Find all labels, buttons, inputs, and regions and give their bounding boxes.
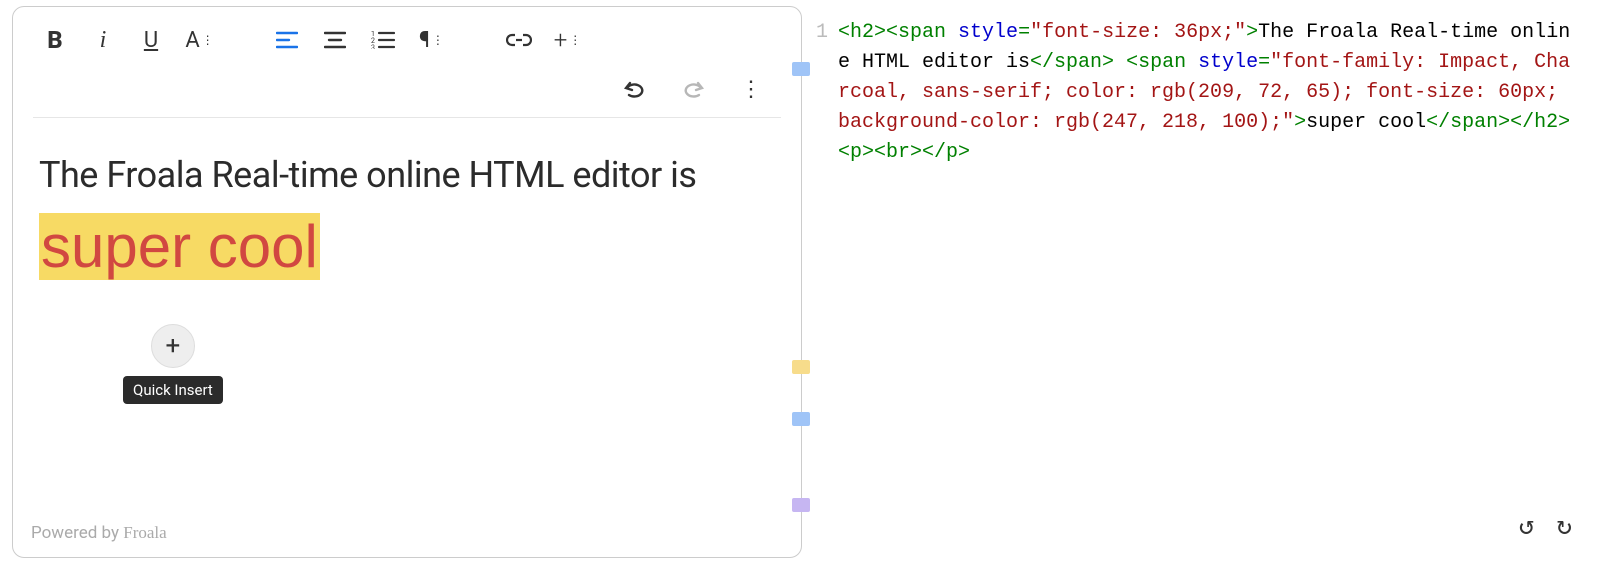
- code-redo-button[interactable]: ↻: [1556, 508, 1572, 547]
- redo-icon: ↻: [1556, 512, 1572, 542]
- dots-icon: ⋮: [569, 33, 580, 47]
- code-token[interactable]: >: [1246, 21, 1258, 44]
- code-token[interactable]: [1114, 51, 1126, 74]
- ordered-list-button[interactable]: 1 2 3: [359, 18, 407, 62]
- more-misc-button[interactable]: ⋮: [727, 67, 775, 111]
- insert-link-button[interactable]: [495, 18, 543, 62]
- editor-text-main[interactable]: The Froala Real-time online HTML editor …: [39, 154, 696, 196]
- pane-divider-marker: [792, 498, 810, 512]
- code-actions: ↺ ↻: [1519, 508, 1572, 547]
- code-token[interactable]: =: [1258, 51, 1270, 74]
- redo-icon: [681, 79, 705, 99]
- editor-footer: Powered by Froala: [13, 513, 801, 557]
- code-undo-button[interactable]: ↺: [1519, 508, 1535, 547]
- editor-content[interactable]: The Froala Real-time online HTML editor …: [13, 118, 801, 513]
- more-insert-button[interactable]: +⋮: [543, 18, 591, 62]
- undo-icon: [623, 79, 647, 99]
- dots-icon: ⋮: [202, 33, 213, 47]
- code-body[interactable]: <h2><span style="font-size: 36px;">The F…: [838, 18, 1578, 168]
- code-token[interactable]: [946, 21, 958, 44]
- pane-divider-marker: [792, 412, 810, 426]
- code-token[interactable]: [1186, 51, 1198, 74]
- dots-icon: ⋮: [432, 33, 443, 47]
- code-token[interactable]: <span: [1126, 51, 1186, 74]
- code-panel: 1 <h2><span style="font-size: 36px;">The…: [802, 0, 1600, 571]
- list-icon: 1 2 3: [371, 31, 395, 49]
- underline-button[interactable]: U: [127, 18, 175, 62]
- svg-text:3: 3: [371, 44, 375, 49]
- editor-heading[interactable]: The Froala Real-time online HTML editor …: [39, 148, 775, 292]
- align-center-icon: [324, 31, 346, 49]
- pane-divider-marker: [792, 360, 810, 374]
- footer-prefix: Powered by: [31, 523, 123, 543]
- footer-brand: Froala: [123, 523, 166, 542]
- paragraph-format-button[interactable]: ¶⋮: [407, 18, 455, 62]
- quick-insert-tooltip: Quick Insert: [123, 376, 223, 404]
- bold-button[interactable]: B: [31, 18, 79, 62]
- toolbar-secondary: ⋮: [13, 67, 801, 117]
- quick-insert-button[interactable]: +: [151, 324, 195, 368]
- undo-icon: ↺: [1519, 512, 1535, 542]
- code-token[interactable]: <h2><span: [838, 21, 946, 44]
- align-left-button[interactable]: [263, 18, 311, 62]
- undo-button[interactable]: [611, 67, 659, 111]
- editor-panel: B i U A⋮ 1 2 3: [12, 6, 802, 558]
- pane-divider-marker: [792, 62, 810, 76]
- quick-insert: + Quick Insert: [123, 324, 223, 404]
- code-token[interactable]: style: [958, 21, 1018, 44]
- more-text-button[interactable]: A⋮: [175, 18, 223, 62]
- code-token[interactable]: >: [1294, 111, 1306, 134]
- code-line-number: 1: [814, 18, 838, 168]
- align-left-icon: [276, 31, 298, 49]
- code-token[interactable]: =: [1018, 21, 1030, 44]
- italic-button[interactable]: i: [79, 18, 127, 62]
- code-token[interactable]: </span>: [1030, 51, 1114, 74]
- align-center-button[interactable]: [311, 18, 359, 62]
- redo-button[interactable]: [669, 67, 717, 111]
- editor-text-highlight[interactable]: super cool: [39, 213, 320, 280]
- link-icon: [506, 33, 532, 47]
- code-token[interactable]: super cool: [1306, 111, 1426, 134]
- code-token[interactable]: "font-size: 36px;": [1030, 21, 1246, 44]
- toolbar-primary: B i U A⋮ 1 2 3: [13, 7, 801, 67]
- code-token[interactable]: style: [1198, 51, 1258, 74]
- plus-icon: +: [166, 331, 181, 361]
